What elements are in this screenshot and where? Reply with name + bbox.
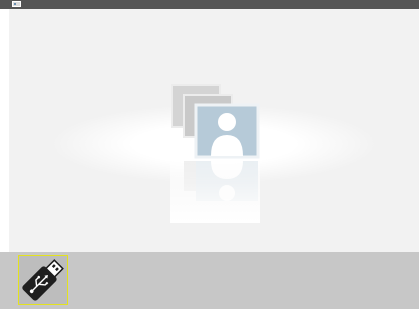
device-bar	[0, 252, 419, 309]
input-source-icon	[12, 1, 21, 7]
photo-stack-icon	[170, 84, 260, 223]
photo-viewer-area	[9, 9, 419, 252]
usb-device-tile[interactable]	[18, 255, 68, 305]
usb-drive-icon	[22, 259, 64, 301]
top-bar	[0, 0, 419, 9]
